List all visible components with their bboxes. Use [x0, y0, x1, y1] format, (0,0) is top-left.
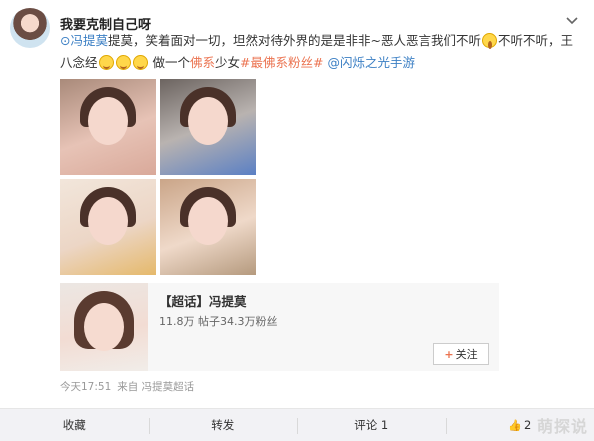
watermark: 萌探说 — [536, 417, 588, 436]
super-topic-thumbnail — [60, 283, 148, 371]
post-source[interactable]: 来自 冯提莫超话 — [117, 381, 194, 393]
post-photo[interactable] — [160, 179, 256, 275]
post-text-part1: 提莫，笑着面对一切，坦然对待外界的是是非非~恶人恶言我们不听 — [108, 33, 481, 48]
thumbs-up-icon: 👍 — [508, 418, 522, 432]
post-text-part3: 做一个 — [152, 55, 191, 70]
grin-emoji-icon — [115, 55, 131, 70]
grin-emoji-icon — [98, 55, 114, 70]
action-bar: 收藏 转发 评论 1 👍 2 — [0, 408, 594, 441]
post-photo[interactable] — [60, 179, 156, 275]
post-meta: 今天17:51 来自 冯提莫超话 — [60, 379, 194, 394]
avatar[interactable] — [10, 8, 50, 48]
hashtag-link[interactable]: 佛系 — [190, 55, 215, 70]
post-time: 今天17:51 — [60, 381, 112, 393]
post-text-part4: 少女 — [215, 55, 241, 70]
post-text: ⊙冯提莫提莫，笑着面对一切，坦然对待外界的是是非非~恶人恶言我们不听 不听不听，王… — [60, 30, 580, 74]
comment-label: 评论 1 — [354, 418, 389, 432]
mention-link[interactable]: @闪烁之光手游 — [327, 55, 415, 70]
follow-button[interactable]: + 关注 — [433, 343, 489, 365]
post-photo[interactable] — [60, 79, 156, 175]
shocked-emoji-icon — [481, 33, 497, 49]
mention-link[interactable]: 冯提莫 — [70, 33, 108, 48]
hashtag-link[interactable]: #最佛系粉丝# — [240, 55, 323, 70]
super-topic-card[interactable]: 【超话】冯提莫 11.8万 帖子34.3万粉丝 + 关注 — [60, 283, 499, 371]
favorite-button[interactable]: 收藏 — [0, 409, 149, 441]
super-topic-title: 【超话】冯提莫 — [159, 294, 247, 309]
chevron-down-icon[interactable] — [564, 14, 580, 28]
follow-label: 关注 — [455, 348, 478, 361]
repost-label: 转发 — [211, 418, 235, 432]
repost-button[interactable]: 转发 — [148, 409, 298, 441]
mention-icon: ⊙ — [60, 33, 71, 48]
super-topic-stats: 11.8万 帖子34.3万粉丝 — [159, 315, 278, 328]
like-count: 2 — [523, 418, 532, 432]
post-photo[interactable] — [160, 79, 256, 175]
grin-emoji-icon — [132, 55, 148, 70]
plus-icon: + — [444, 347, 454, 361]
comment-button[interactable]: 评论 1 — [297, 409, 446, 441]
favorite-label: 收藏 — [62, 418, 86, 432]
